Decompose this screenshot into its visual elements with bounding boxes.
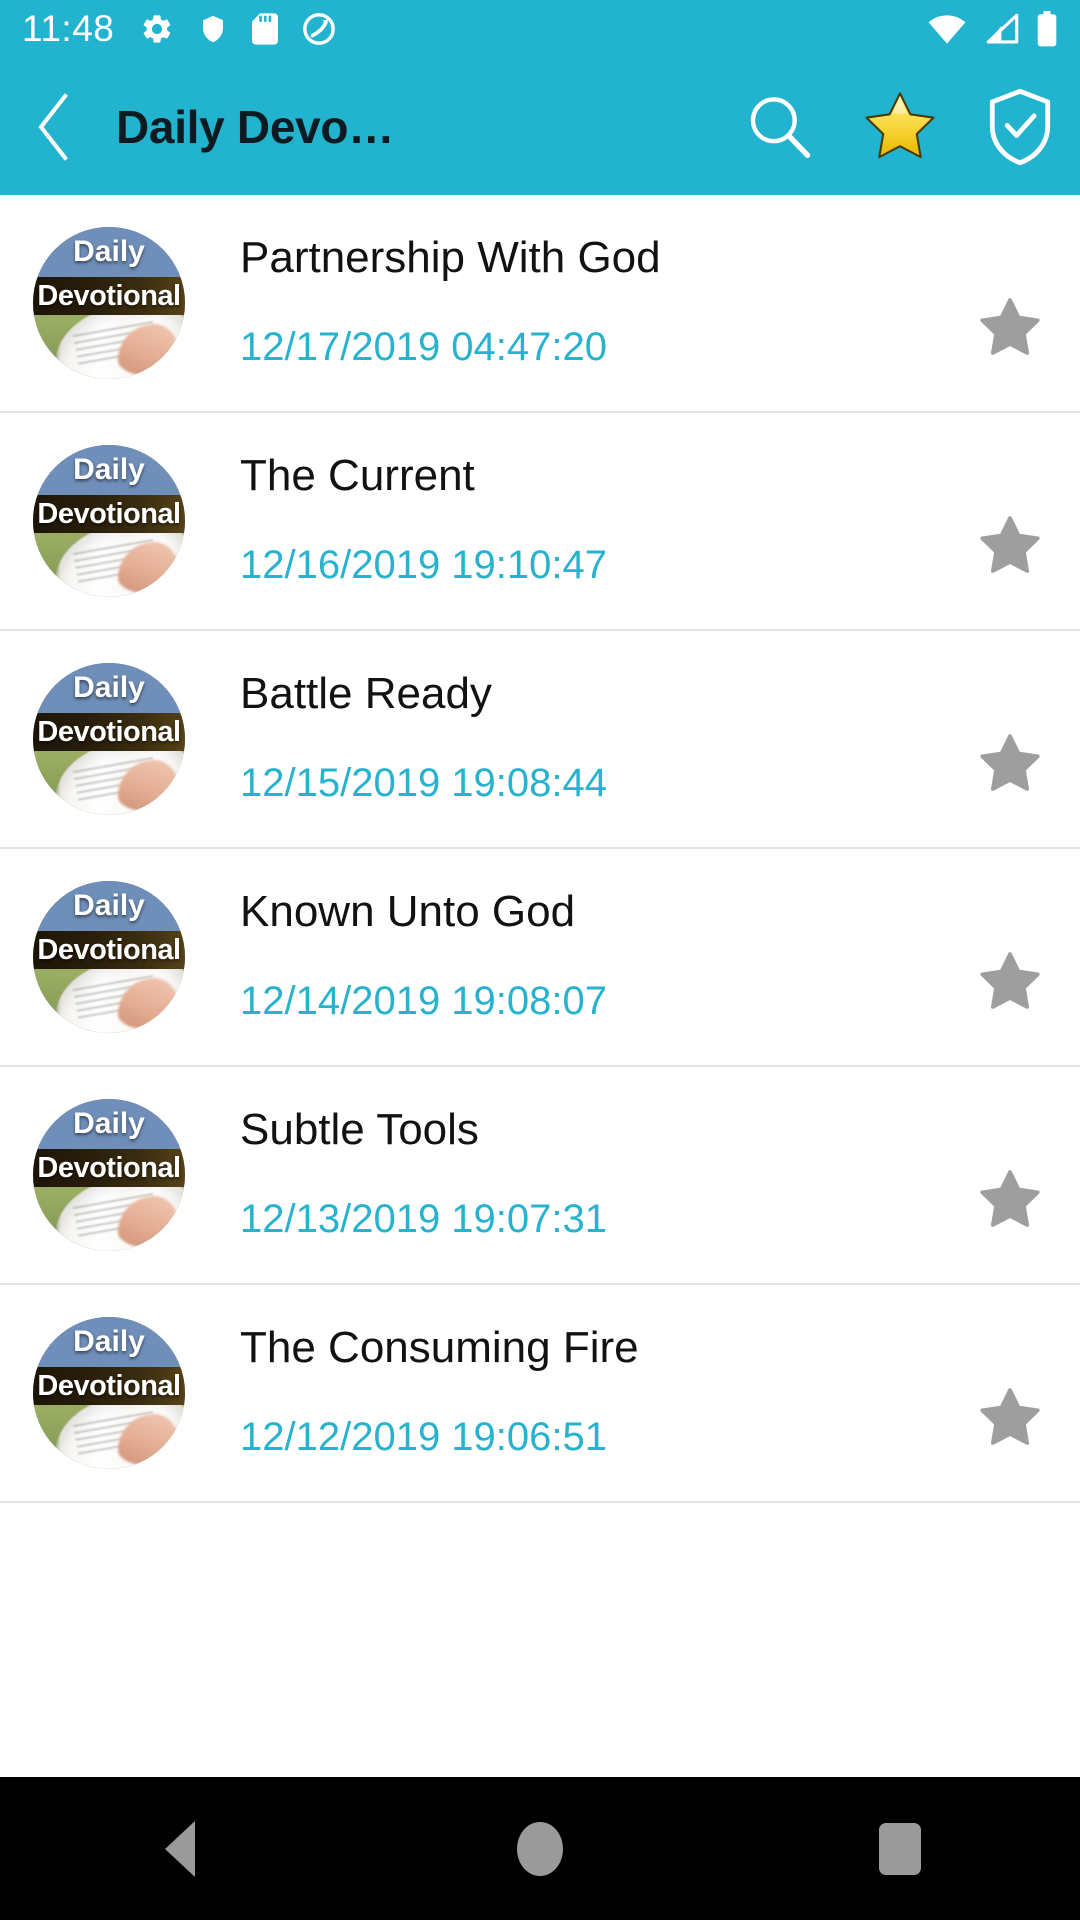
thumbnail-band-middle: Devotional: [33, 1367, 185, 1406]
thumbnail-band-middle: Devotional: [33, 713, 185, 752]
thumbnail-line-2: Devotional: [37, 1369, 181, 1402]
thumbnail-band-top: Daily: [33, 1099, 185, 1150]
list-item-texts: The Current 12/16/2019 19:10:47: [240, 445, 940, 597]
list-item-title: Known Unto God: [240, 887, 576, 936]
devotional-thumbnail: Daily Devotional: [33, 1317, 185, 1469]
star-icon: [980, 516, 1040, 573]
thumbnail-line-1: Daily: [73, 671, 145, 705]
thumbnail-line-1: Daily: [73, 453, 145, 487]
thumbnail-band-top: Daily: [33, 445, 185, 496]
favorites-button[interactable]: [840, 58, 960, 195]
android-navigation-bar: [0, 1777, 1080, 1920]
list-item[interactable]: Daily Devotional The Consuming Fire 12/12/2…: [0, 1285, 1080, 1503]
thumbnail-line-2: Devotional: [37, 715, 181, 748]
nav-back-button[interactable]: [0, 1777, 360, 1920]
favorite-toggle[interactable]: [940, 195, 1080, 412]
list-item-texts: Known Unto God 12/14/2019 19:08:07: [240, 881, 940, 1033]
sd-card-icon: [252, 13, 279, 45]
devotional-thumbnail: Daily Devotional: [33, 663, 185, 815]
list-item-texts: The Consuming Fire 12/12/2019 19:06:51: [240, 1317, 940, 1469]
star-icon: [980, 298, 1040, 355]
shield-check-icon: [989, 88, 1051, 165]
circle-slash-icon: [303, 13, 336, 45]
list-item-date: 12/13/2019 19:07:31: [240, 1197, 608, 1241]
app-bar: Daily Devo…: [0, 58, 1080, 195]
favorite-toggle[interactable]: [940, 1066, 1080, 1284]
list-item[interactable]: Daily Devotional Known Unto God 12/14/2019 …: [0, 849, 1080, 1067]
thumbnail-band-middle: Devotional: [33, 1149, 185, 1188]
circle-icon: [517, 1821, 563, 1876]
list-item-title: Subtle Tools: [240, 1105, 479, 1154]
list-item-title: The Current: [240, 451, 475, 500]
wifi-icon: [928, 15, 966, 44]
devotional-thumbnail: Daily Devotional: [33, 881, 185, 1033]
search-icon: [750, 96, 811, 158]
gear-icon: [144, 15, 171, 43]
devotional-list[interactable]: Daily Devotional Partnership With God 12/17…: [0, 195, 1080, 1777]
list-item-date: 12/14/2019 19:08:07: [240, 979, 608, 1023]
triangle-left-icon: [165, 1820, 195, 1877]
protected-button[interactable]: [960, 58, 1080, 195]
list-item-date: 12/16/2019 19:10:47: [240, 543, 608, 587]
thumbnail-band-top: Daily: [33, 881, 185, 932]
list-item[interactable]: Daily Devotional The Current 12/16/2019 19:…: [0, 413, 1080, 631]
devotional-thumbnail: Daily Devotional: [33, 1099, 185, 1251]
thumbnail-line-1: Daily: [73, 889, 145, 923]
thumbnail-line-1: Daily: [73, 235, 145, 269]
battery-icon: [1037, 11, 1057, 47]
square-icon: [879, 1822, 921, 1875]
list-item-texts: Battle Ready 12/15/2019 19:08:44: [240, 663, 940, 815]
favorite-toggle[interactable]: [940, 1284, 1080, 1502]
page-title: Daily Devo…: [116, 100, 394, 153]
nav-recents-button[interactable]: [720, 1777, 1080, 1920]
list-item-title: Battle Ready: [240, 669, 492, 718]
status-bar: 11:48: [0, 0, 1080, 58]
back-button[interactable]: [0, 58, 110, 195]
shield-icon: [203, 15, 224, 43]
thumbnail-band-top: Daily: [33, 663, 185, 714]
app-bar-actions: [720, 58, 1080, 195]
cellular-signal-icon: [986, 13, 1019, 44]
list-item-date: 12/15/2019 19:08:44: [240, 761, 608, 805]
thumbnail-line-2: Devotional: [37, 497, 181, 530]
thumbnail-band-middle: Devotional: [33, 277, 185, 316]
thumbnail-band-top: Daily: [33, 1317, 185, 1368]
devotional-thumbnail: Daily Devotional: [33, 227, 185, 379]
status-bar-left-icons: [140, 12, 336, 46]
thumbnail-line-2: Devotional: [37, 933, 181, 966]
star-icon: [980, 952, 1040, 1009]
list-item[interactable]: Daily Devotional Battle Ready 12/15/2019 19…: [0, 631, 1080, 849]
status-bar-right-icons: [926, 11, 1058, 47]
list-item-texts: Subtle Tools 12/13/2019 19:07:31: [240, 1099, 940, 1251]
star-icon: [980, 734, 1040, 791]
thumbnail-band-middle: Devotional: [33, 495, 185, 534]
chevron-left-icon: [38, 92, 68, 161]
list-item[interactable]: Daily Devotional Subtle Tools 12/13/2019 19…: [0, 1067, 1080, 1285]
favorite-toggle[interactable]: [940, 848, 1080, 1066]
thumbnail-line-1: Daily: [73, 1325, 145, 1359]
list-item-date: 12/12/2019 19:06:51: [240, 1415, 608, 1459]
list-item-title: The Consuming Fire: [240, 1323, 639, 1372]
thumbnail-band-top: Daily: [33, 227, 185, 278]
star-icon: [980, 1388, 1040, 1445]
status-time: 11:48: [22, 8, 115, 49]
list-item-date: 12/17/2019 04:47:20: [240, 325, 608, 369]
favorite-toggle[interactable]: [940, 412, 1080, 630]
thumbnail-line-2: Devotional: [37, 1151, 181, 1184]
nav-home-button[interactable]: [360, 1777, 720, 1920]
thumbnail-line-2: Devotional: [37, 279, 181, 312]
favorites-star-icon: [865, 91, 935, 158]
devotional-thumbnail: Daily Devotional: [33, 445, 185, 597]
list-item-title: Partnership With God: [240, 233, 661, 282]
thumbnail-line-1: Daily: [73, 1107, 145, 1141]
favorite-toggle[interactable]: [940, 630, 1080, 848]
thumbnail-band-middle: Devotional: [33, 931, 185, 970]
star-icon: [980, 1170, 1040, 1227]
list-item[interactable]: Daily Devotional Partnership With God 12/17…: [0, 195, 1080, 413]
search-button[interactable]: [720, 58, 840, 195]
list-item-texts: Partnership With God 12/17/2019 04:47:20: [240, 227, 940, 379]
